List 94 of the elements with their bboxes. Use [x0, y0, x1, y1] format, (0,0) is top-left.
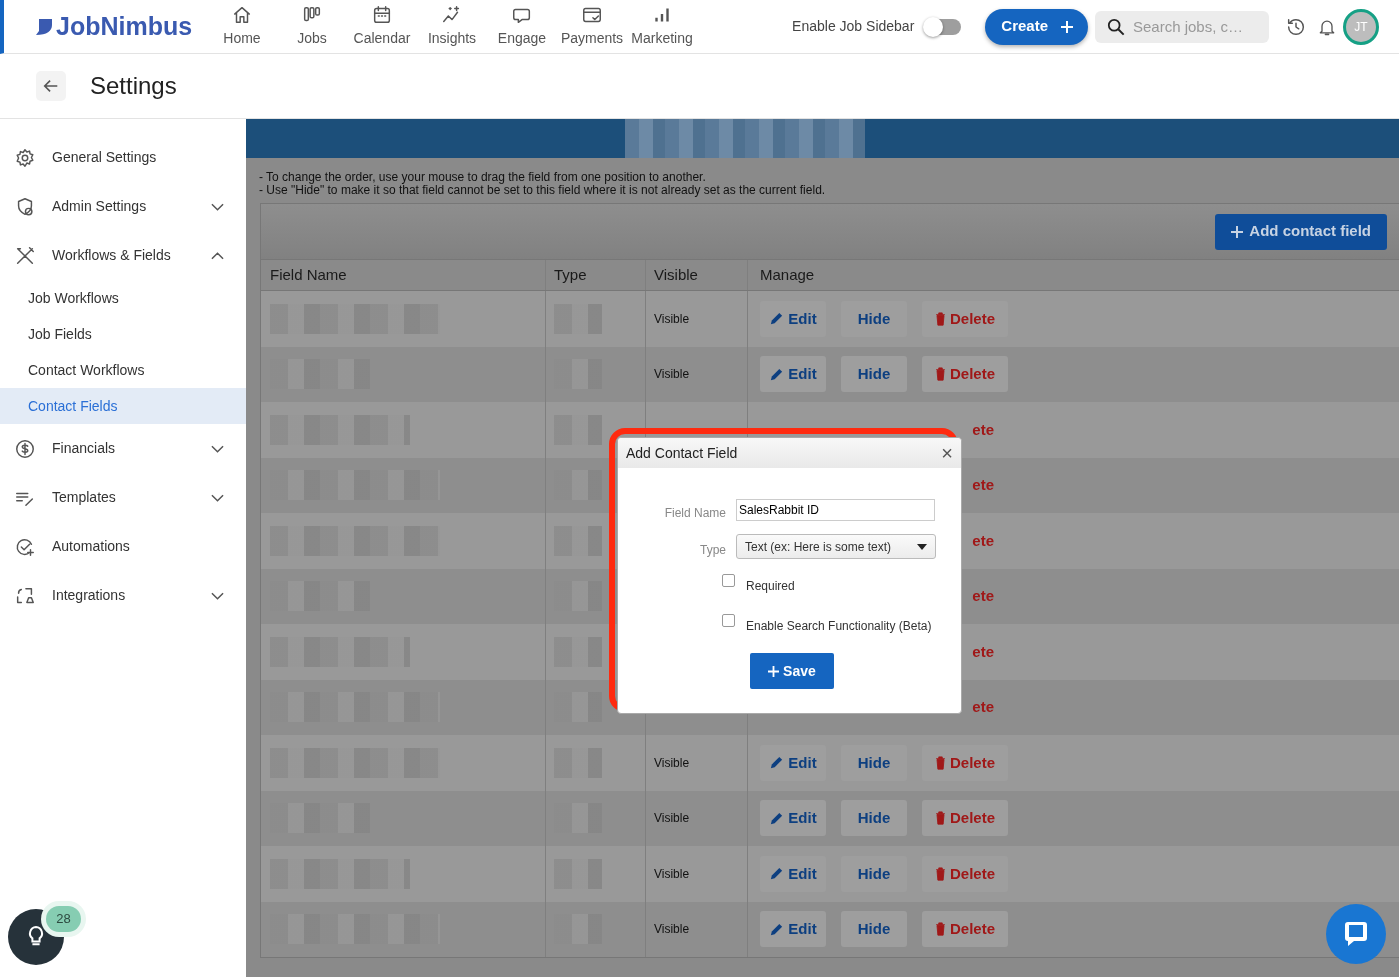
- sidebar-item[interactable]: Templates: [0, 473, 246, 522]
- sidebar-item[interactable]: Workflows & Fields: [0, 231, 246, 280]
- delete-link[interactable]: ete: [932, 689, 1000, 726]
- home-icon: [231, 4, 253, 26]
- edit-link[interactable]: Edit: [760, 744, 826, 781]
- settings-icon: [14, 146, 36, 169]
- sidebar-subitem[interactable]: Job Workflows: [0, 280, 246, 316]
- pencil-icon: [769, 921, 785, 937]
- toggle-label: Enable Job Sidebar: [792, 17, 915, 36]
- sidebar-item[interactable]: Admin Settings: [0, 182, 246, 231]
- trash-icon: [935, 811, 946, 826]
- trash-icon: [935, 922, 946, 937]
- edit-link[interactable]: Edit: [760, 300, 826, 337]
- column-header: Manage: [759, 264, 816, 285]
- instruction-text: - Use "Hide" to make it so that field cannot be set to this field where it is not already set as the current field.: [259, 184, 827, 197]
- logo-text: JobNimbus: [56, 10, 193, 42]
- sidebar-item[interactable]: Automations: [0, 522, 246, 571]
- visibility-text: Visible: [654, 865, 690, 883]
- nav-link[interactable]: Engage: [487, 4, 557, 49]
- nav-link[interactable]: Jobs: [277, 4, 347, 49]
- visibility-text: Visible: [654, 754, 690, 772]
- create-button[interactable]: Create: [985, 8, 1088, 45]
- checkbox[interactable]: [722, 573, 735, 587]
- nav-link[interactable]: Payments: [557, 4, 627, 49]
- nav-link[interactable]: Calendar: [347, 4, 417, 49]
- delete-link[interactable]: Delete: [922, 911, 1008, 948]
- trash-icon: [935, 755, 946, 770]
- sidebar-subitem[interactable]: Contact Fields: [0, 388, 246, 424]
- trash-icon: [935, 311, 946, 326]
- sidebar-subitem[interactable]: Job Fields: [0, 316, 246, 352]
- tools-icon: [14, 244, 36, 267]
- column-header: Visible: [646, 260, 748, 290]
- column-header: Field Name: [261, 260, 546, 290]
- caret-icon: [917, 543, 927, 550]
- field-label: Field Name: [663, 505, 727, 522]
- instruction-text: - To change the order, use your mouse to drag the field from one position to another.: [259, 171, 707, 184]
- trash-icon: [935, 367, 946, 382]
- trash-icon: [935, 866, 946, 881]
- delete-link[interactable]: Delete: [922, 800, 1008, 837]
- hide-link[interactable]: Hide: [841, 800, 907, 837]
- visibility-text: Visible: [654, 366, 690, 384]
- sidebar-item[interactable]: Integrations: [0, 571, 246, 620]
- logo-icon: [34, 16, 54, 37]
- edit-link[interactable]: Edit: [760, 911, 826, 948]
- field-label: Type: [699, 541, 727, 559]
- dollar-icon: [14, 437, 36, 460]
- search-icon: [1107, 17, 1125, 36]
- pencil-icon: [769, 866, 785, 882]
- column-header: Type: [546, 260, 646, 290]
- toggle-switch[interactable]: [925, 18, 962, 35]
- plus-icon: [768, 666, 780, 678]
- edit-link[interactable]: Edit: [760, 855, 826, 892]
- nav-link[interactable]: Home: [207, 4, 277, 49]
- back-arrow-icon: [42, 77, 60, 95]
- delete-link[interactable]: Delete: [922, 744, 1008, 781]
- sidebar-subitem[interactable]: Contact Workflows: [0, 352, 246, 388]
- edit-link[interactable]: Edit: [760, 800, 826, 837]
- sidebar-item[interactable]: General Settings: [0, 133, 246, 182]
- visibility-text: Visible: [654, 921, 690, 939]
- delete-link[interactable]: ete: [932, 578, 1000, 615]
- sidebar-item[interactable]: Financials: [0, 424, 246, 473]
- visibility-text: Visible: [654, 310, 690, 328]
- pencil-icon: [769, 810, 785, 826]
- checkbox-label: Required: [746, 578, 795, 595]
- calendar-icon: [371, 4, 393, 26]
- pencil-icon: [769, 311, 785, 327]
- back-button[interactable]: [36, 71, 66, 101]
- dialog-title: Add Contact Field: [626, 443, 738, 463]
- save-button[interactable]: Save: [750, 653, 834, 689]
- checkbox-label: Enable Search Functionality (Beta): [746, 618, 932, 635]
- pencil-icon: [769, 366, 785, 382]
- delete-link[interactable]: ete: [932, 633, 1000, 670]
- add-field-button[interactable]: Add contact field: [1215, 213, 1387, 250]
- pencil-icon: [769, 755, 785, 771]
- text-field[interactable]: SalesRabbit ID: [736, 499, 935, 521]
- type-dropdown[interactable]: Text (ex: Here is some text): [736, 534, 936, 559]
- delete-link[interactable]: ete: [932, 467, 1000, 504]
- nav-link[interactable]: Insights: [417, 4, 487, 49]
- search-field[interactable]: Search jobs, c…: [1095, 10, 1269, 43]
- nav-link[interactable]: Marketing: [627, 4, 697, 49]
- plus-icon: [1060, 19, 1074, 34]
- page-title: Settings: [90, 71, 177, 101]
- hide-link[interactable]: Hide: [841, 911, 907, 948]
- visibility-text: Visible: [654, 810, 690, 828]
- delete-link[interactable]: Delete: [922, 300, 1008, 337]
- edit-link[interactable]: Edit: [760, 356, 826, 393]
- hide-link[interactable]: Hide: [841, 744, 907, 781]
- hide-link[interactable]: Hide: [841, 300, 907, 337]
- checkbox[interactable]: [722, 613, 735, 627]
- hide-link[interactable]: Hide: [841, 855, 907, 892]
- hide-link[interactable]: Hide: [841, 356, 907, 393]
- plus-icon: [1231, 225, 1244, 238]
- delete-link[interactable]: Delete: [922, 855, 1008, 892]
- delete-link[interactable]: Delete: [922, 356, 1008, 393]
